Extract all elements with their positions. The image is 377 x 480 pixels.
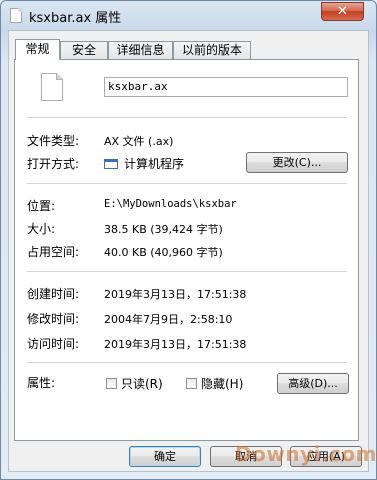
divider xyxy=(27,362,347,363)
divider xyxy=(27,271,347,272)
open-with-label: 打开方式: xyxy=(27,157,80,171)
tab-security[interactable]: 安全 xyxy=(60,41,108,59)
title-bar[interactable]: ksxbar.ax 属性 ✕ xyxy=(1,1,376,31)
program-icon xyxy=(104,159,118,169)
size-label: 大小: xyxy=(27,222,56,236)
file-name-input[interactable]: ksxbar.ax xyxy=(104,77,348,97)
disk-size-label: 占用空间: xyxy=(27,245,80,259)
hidden-label[interactable]: 隐藏(H) xyxy=(201,375,243,392)
divider xyxy=(27,183,347,184)
properties-dialog: ksxbar.ax 属性 ✕ 常规 安全 详细信息 以前的版本 ksxbar.a… xyxy=(0,0,377,480)
close-icon: ✕ xyxy=(337,4,348,19)
watermark-logo: Downyi.com xyxy=(235,442,377,466)
dialog-client-area: 常规 安全 详细信息 以前的版本 ksxbar.ax 文件类型: AX 文件 (… xyxy=(8,30,369,472)
ok-button[interactable]: 确定 xyxy=(129,446,201,467)
location-label: 位置: xyxy=(27,199,56,213)
created-value: 2019年3月13日，17:51:38 xyxy=(104,288,247,301)
disk-size-value: 40.0 KB (40,960 字节) xyxy=(104,246,223,259)
modified-value: 2004年7月9日，2:58:10 xyxy=(104,313,233,326)
attributes-label: 属性: xyxy=(27,376,56,390)
readonly-label[interactable]: 只读(R) xyxy=(121,375,163,392)
change-button[interactable]: 更改(C)... xyxy=(246,152,348,173)
modified-label: 修改时间: xyxy=(27,312,80,326)
open-with-program: 计算机程序 xyxy=(124,157,185,171)
accessed-value: 2019年3月13日，17:51:38 xyxy=(104,338,247,351)
hidden-checkbox[interactable] xyxy=(186,378,197,389)
tab-general[interactable]: 常规 xyxy=(15,39,60,60)
file-icon xyxy=(41,73,63,101)
location-value: E:\MyDownloads\ksxbar xyxy=(104,198,237,210)
divider xyxy=(27,117,347,118)
close-button[interactable]: ✕ xyxy=(321,2,364,21)
tab-details[interactable]: 详细信息 xyxy=(108,41,173,59)
file-icon xyxy=(10,8,22,23)
advanced-button[interactable]: 高级(D)... xyxy=(277,373,349,394)
general-tab-panel: ksxbar.ax 文件类型: AX 文件 (.ax) 打开方式: 计算机程序 … xyxy=(14,59,359,441)
window-title: ksxbar.ax 属性 xyxy=(29,11,122,26)
created-label: 创建时间: xyxy=(27,287,80,301)
open-with-value: 计算机程序 xyxy=(104,155,184,172)
readonly-checkbox[interactable] xyxy=(106,378,117,389)
file-type-value: AX 文件 (.ax) xyxy=(104,135,174,148)
file-type-label: 文件类型: xyxy=(27,134,80,148)
tab-previous-versions[interactable]: 以前的版本 xyxy=(173,41,251,59)
accessed-label: 访问时间: xyxy=(27,337,80,351)
size-value: 38.5 KB (39,424 字节) xyxy=(104,223,223,236)
